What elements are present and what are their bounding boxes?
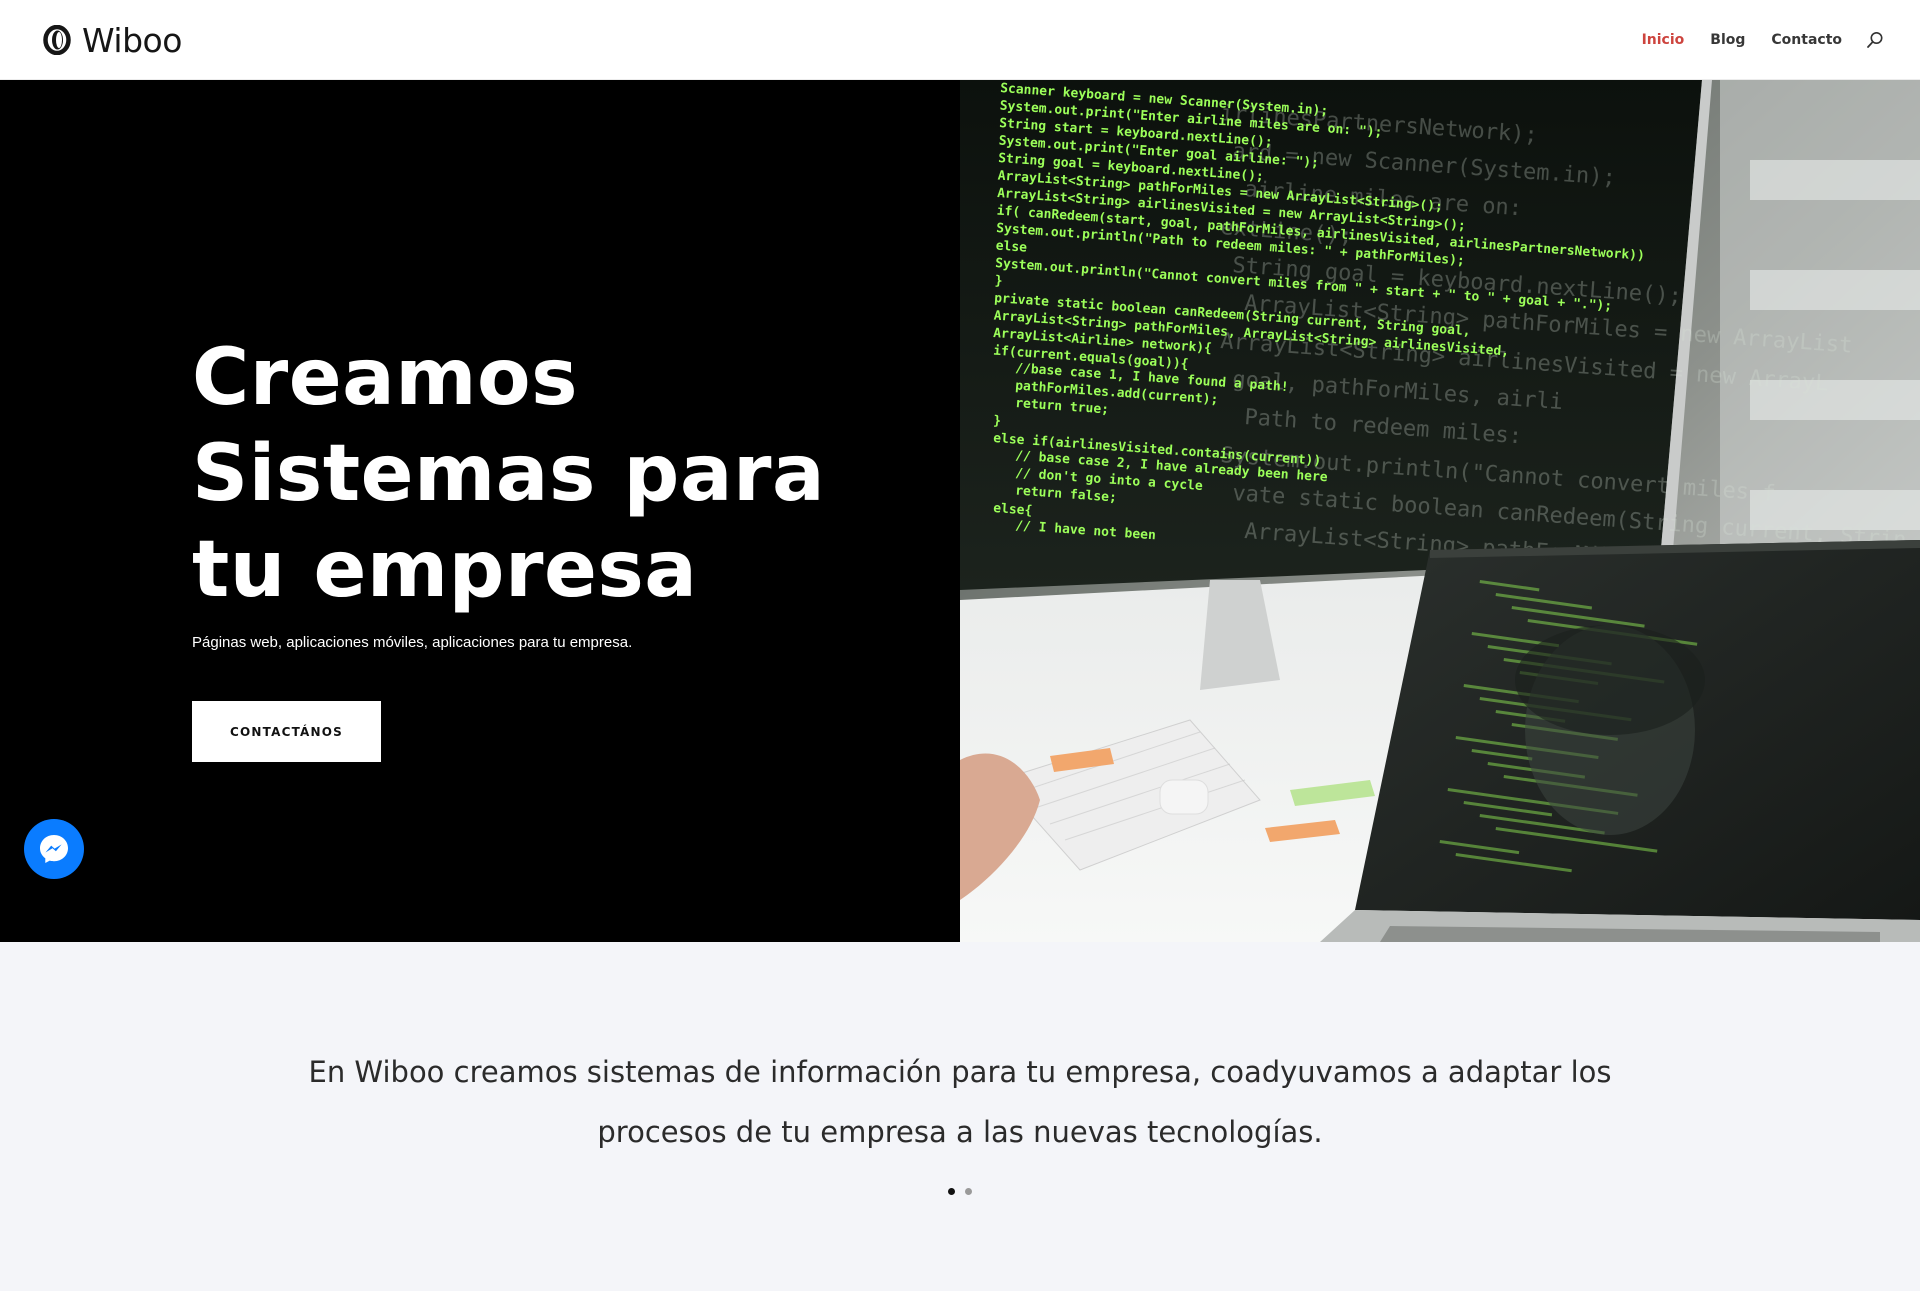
hero-title-line: Creamos [192,333,579,423]
brand-name: Wiboo [82,20,182,60]
slider-dot-2[interactable] [965,1188,972,1195]
hero-title-line: Sistemas para [192,429,826,519]
monitor-code-line: } [993,414,1002,430]
nav-item-blog[interactable]: Blog [1710,32,1745,48]
contact-us-button[interactable]: CONTACTÁNOS [192,701,381,762]
monitor-code-line: else [995,239,1027,256]
slider-dot-1[interactable] [948,1188,955,1195]
hero-text-panel: Creamos Sistemas para tu empresa Páginas… [0,80,960,942]
messenger-icon [40,835,68,863]
main-nav: Inicio Blog Contacto [1616,0,1884,80]
hero-subtitle: Páginas web, aplicaciones móviles, aplic… [192,634,633,651]
nav-item-contacto[interactable]: Contacto [1771,32,1842,48]
monitor-code-line: } [994,274,1003,290]
intro-section: En Wiboo creamos sistemas de información… [0,942,1920,1291]
hero-image: irlinesPartnersNetwork); ard = new Scanne… [960,80,1920,942]
intro-text: En Wiboo creamos sistemas de información… [308,1055,1612,1149]
nav-item-inicio[interactable]: Inicio [1642,32,1685,48]
hero-title: Creamos Sistemas para tu empresa [192,330,872,618]
messenger-chat-button[interactable] [24,819,84,879]
search-icon[interactable] [1866,31,1884,49]
developer-screens-photo: irlinesPartnersNetwork);ard = new Scanne… [960,80,1920,942]
slider-pagination [0,1188,1920,1195]
site-header: Wiboo Inicio Blog Contacto [0,0,1920,80]
wiboo-logo-icon [43,25,71,55]
hero-title-line: tu empresa [192,525,698,615]
brand-logo[interactable]: Wiboo [42,19,182,61]
monitor-code-line: else{ [993,501,1033,519]
